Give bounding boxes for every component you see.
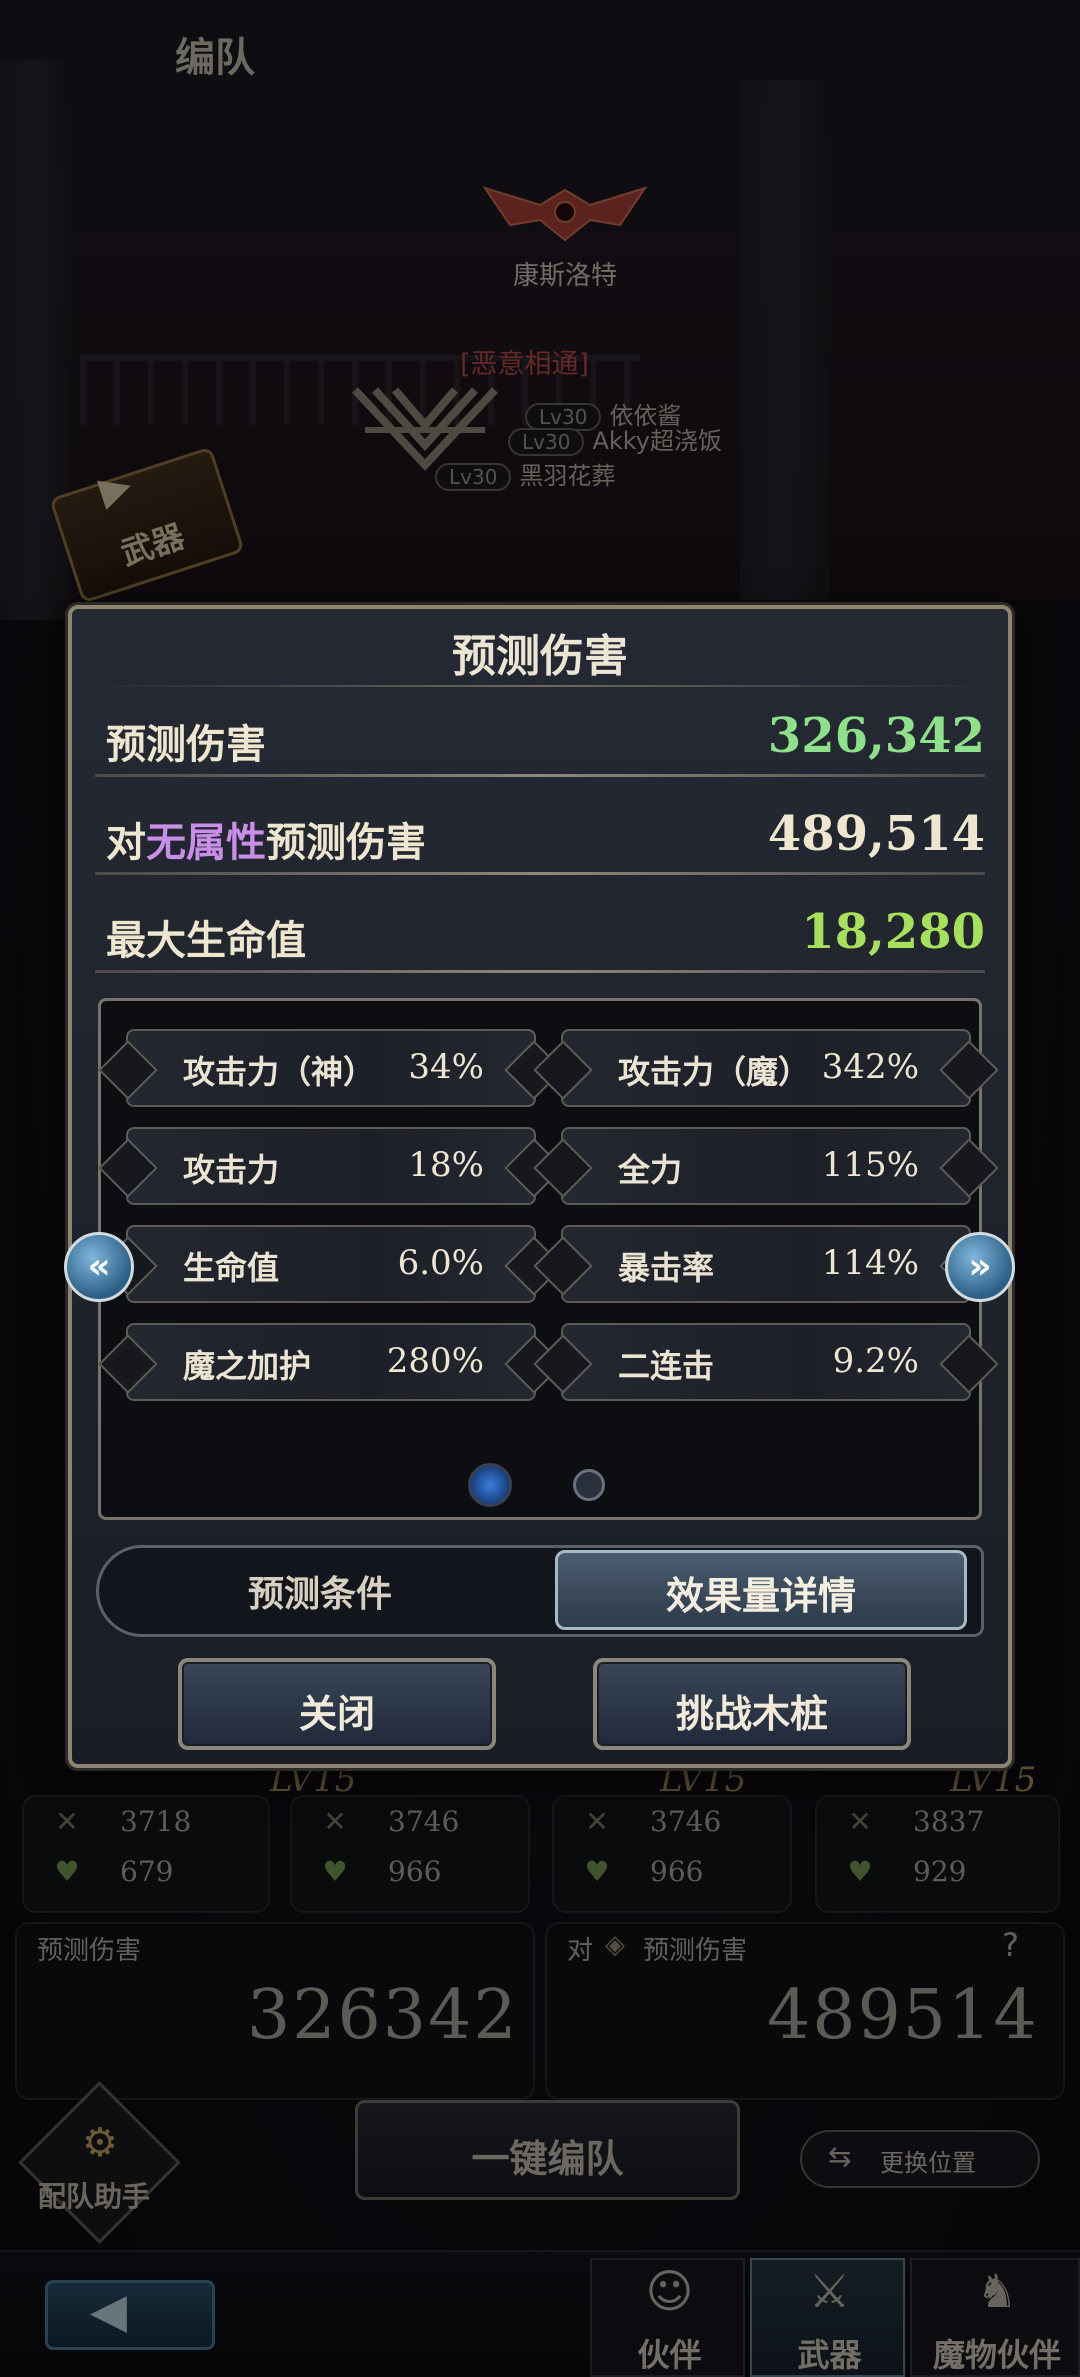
- stat-cell: 魔之加护 280%: [126, 1323, 536, 1401]
- summary-max-hp-value: 18,280: [801, 904, 985, 960]
- double-chevron-left-icon: «: [87, 1246, 111, 1287]
- summary-predicted-label: 预测伤害: [106, 722, 266, 768]
- summary-divider: [95, 774, 985, 777]
- prev-page-button[interactable]: «: [64, 1232, 134, 1302]
- challenge-dummy-label: 挑战木桩: [675, 1692, 828, 1736]
- page-indicator[interactable]: [573, 1469, 605, 1501]
- summary-vs-attr-value: 489,514: [767, 806, 985, 862]
- stat-cell: 生命值 6.0%: [126, 1225, 536, 1303]
- title-divider: [90, 685, 990, 687]
- close-button-label: 关闭: [298, 1692, 375, 1736]
- stat-cell: 攻击力（神） 34%: [126, 1029, 536, 1107]
- next-page-button[interactable]: »: [945, 1232, 1015, 1302]
- summary-vs-attr-label: 对无属性预测伤害: [106, 820, 426, 866]
- attribute-name: 无属性: [146, 820, 266, 866]
- stat-cell: 二连击 9.2%: [561, 1323, 971, 1401]
- summary-divider: [95, 872, 985, 875]
- stat-cell: 全力 115%: [561, 1127, 971, 1205]
- dialog-title: 预测伤害: [452, 631, 628, 682]
- tab-effect-details-label: 效果量详情: [665, 1574, 856, 1618]
- double-chevron-right-icon: »: [968, 1246, 992, 1287]
- stat-cell: 攻击力（魔） 342%: [561, 1029, 971, 1107]
- summary-divider: [95, 970, 985, 973]
- page-indicator-active[interactable]: [468, 1463, 512, 1507]
- stat-cell: 攻击力 18%: [126, 1127, 536, 1205]
- stat-cell: 暴击率 114%: [561, 1225, 971, 1303]
- summary-max-hp-label: 最大生命值: [106, 918, 306, 964]
- tab-prediction-conditions[interactable]: 预测条件: [150, 1565, 490, 1617]
- summary-predicted-value: 326,342: [767, 708, 985, 764]
